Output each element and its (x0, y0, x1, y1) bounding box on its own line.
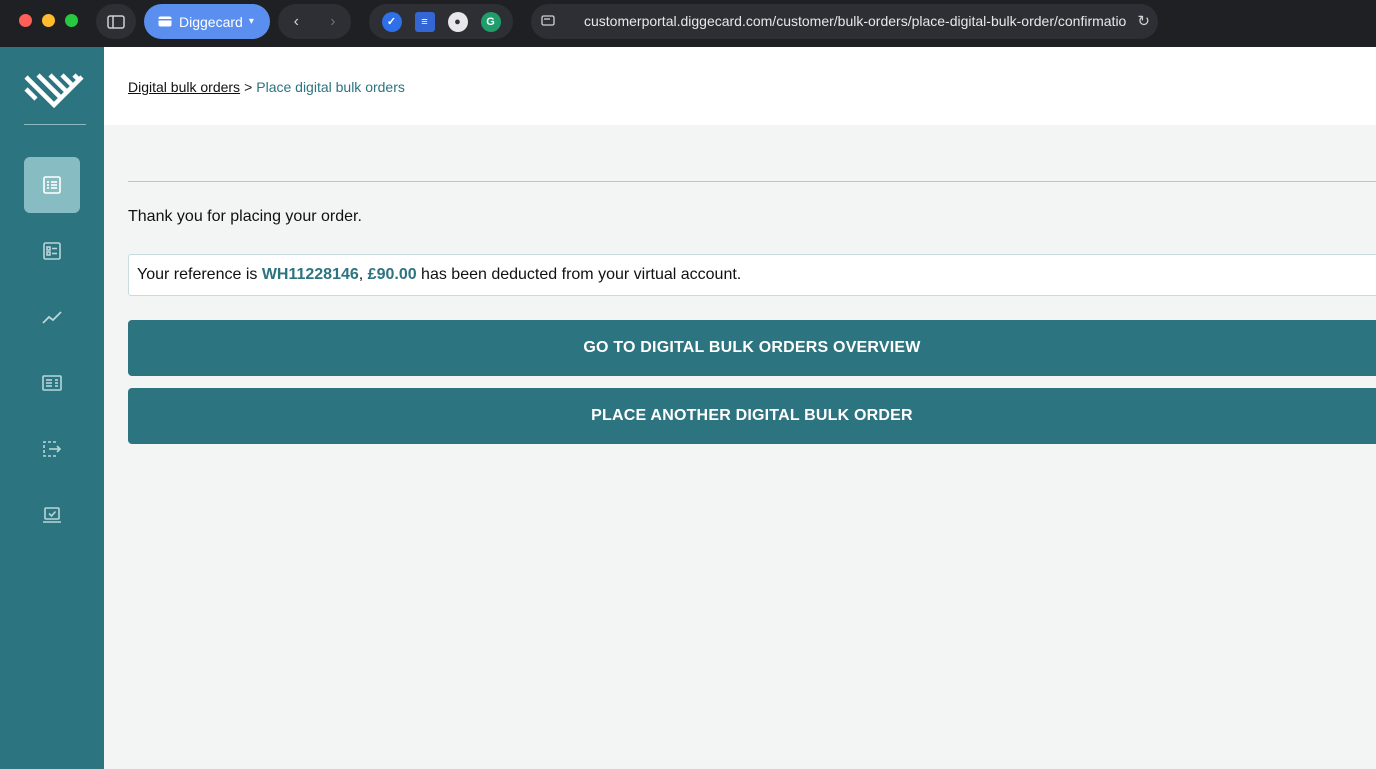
trend-line-icon (42, 311, 62, 324)
reference-suffix: has been deducted from your virtual acco… (416, 266, 742, 283)
tab-group-label: Diggecard (179, 13, 243, 30)
breadcrumb-current: Place digital bulk orders (256, 79, 405, 95)
reference-prefix: Your reference is (137, 266, 262, 283)
site-settings-icon[interactable] (541, 14, 555, 28)
grammarly-extension-icon[interactable]: G (480, 11, 501, 32)
check-extension-icon[interactable]: ✓ (381, 11, 402, 32)
go-to-overview-button[interactable]: GO TO DIGITAL BULK ORDERS OVERVIEW (128, 320, 1376, 376)
url-text: customerportal.diggecard.com/customer/bu… (584, 13, 1127, 29)
card-icon (158, 16, 172, 27)
newspaper-icon (42, 375, 62, 391)
forward-arrow-icon[interactable]: › (330, 13, 335, 31)
place-another-order-button[interactable]: PLACE ANOTHER DIGITAL BULK ORDER (128, 388, 1376, 444)
sidebar-item-reports[interactable] (24, 355, 80, 411)
deducted-amount: £90.00 (367, 266, 417, 283)
sidebar-icon (107, 14, 125, 29)
laptop-check-icon (43, 507, 61, 523)
reference-comma: , (358, 266, 368, 283)
reference-code: WH11228146 (261, 266, 359, 283)
history-navigation: ‹ › (278, 4, 351, 39)
sidebar-item-transfers[interactable] (24, 421, 80, 477)
sidebar-item-bulk-orders[interactable] (24, 157, 80, 213)
sidebar-divider (24, 124, 86, 125)
checklist-icon (43, 242, 61, 260)
breadcrumb: Digital bulk orders > Place digital bulk o… (128, 79, 405, 95)
task-extension-icon[interactable]: ≡ (414, 11, 435, 32)
sidebar-toggle-button[interactable] (96, 4, 136, 39)
minimize-window-button[interactable] (42, 14, 55, 27)
breadcrumb-separator: > (244, 79, 253, 95)
breadcrumb-digital-bulk-orders-link[interactable]: Digital bulk orders (128, 79, 240, 95)
confirmation-message: Thank you for placing your order. (128, 208, 362, 225)
page-header: Digital bulk orders > Place digital bulk o… (104, 47, 1376, 125)
diggecard-logo[interactable] (24, 71, 84, 109)
maximize-window-button[interactable] (65, 14, 78, 27)
address-bar[interactable]: customerportal.diggecard.com/customer/bu… (531, 4, 1158, 39)
password-extension-icon[interactable]: ● (447, 11, 468, 32)
back-arrow-icon[interactable]: ‹ (294, 13, 299, 31)
app-sidebar (0, 47, 104, 769)
browser-toolbar: Diggecard ▾ ‹ › ✓ ≡ ● G customerportal.d… (0, 0, 1376, 47)
order-reference-box: Your reference is WH11228146, £90.00 has… (128, 254, 1376, 296)
chevron-down-icon: ▾ (248, 16, 254, 27)
sidebar-item-statistics[interactable] (24, 289, 80, 345)
list-document-icon (43, 176, 61, 194)
tab-group-button[interactable]: Diggecard ▾ (144, 4, 270, 39)
transfer-icon (43, 441, 62, 457)
reload-icon[interactable]: ↻ (1137, 12, 1150, 30)
sidebar-item-tasks[interactable] (24, 223, 80, 279)
close-window-button[interactable] (19, 14, 32, 27)
sidebar-item-validation[interactable] (24, 487, 80, 543)
extensions-bar: ✓ ≡ ● G (369, 4, 513, 39)
section-divider (128, 181, 1376, 182)
